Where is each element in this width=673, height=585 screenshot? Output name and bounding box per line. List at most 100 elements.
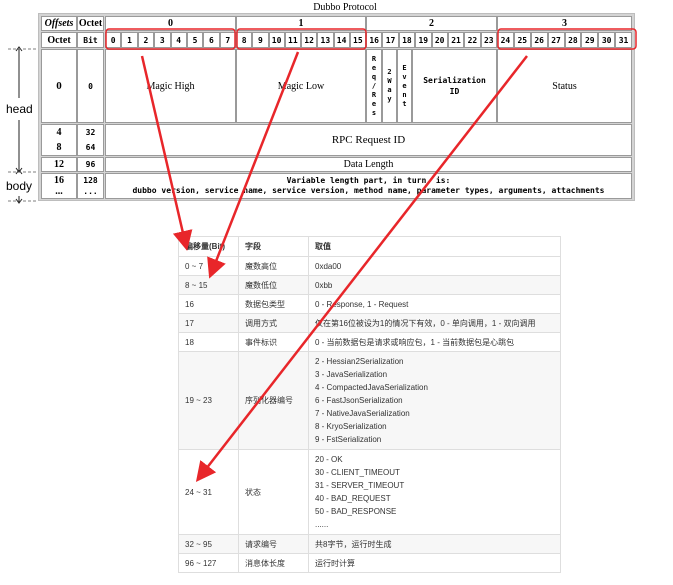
octet-number-1: 1 <box>236 16 366 31</box>
bit-cell: 21 <box>447 32 465 48</box>
octet-col-header: Octet <box>41 32 77 48</box>
offset-cell: 96 ~ 127 <box>178 553 239 573</box>
field-cell: 魔数高位 <box>238 256 309 276</box>
offsets-header: Offsets <box>41 16 77 31</box>
row4-octet-b: 8 <box>56 142 62 153</box>
table-row: 19 ~ 23 序列化器编号 2 - Hessian2Serialization 3 … <box>178 351 561 450</box>
value-cell: 0 - 当前数据包是请求或响应包，1 - 当前数据包是心跳包 <box>308 332 561 352</box>
bit-cell: 15 <box>349 32 366 48</box>
bracket-tip-mid2 <box>15 169 23 175</box>
octet-header: Octet <box>77 16 104 31</box>
offset-cell: 8 ~ 15 <box>178 275 239 295</box>
bit-cell: 9 <box>252 32 269 48</box>
bit-cell: 19 <box>415 32 432 48</box>
vertical-letter: / <box>371 81 377 90</box>
bit-cell: 10 <box>268 32 285 48</box>
vertical-letter: q <box>371 72 377 81</box>
bit-cell: 20 <box>431 32 448 48</box>
bit-cell: 25 <box>513 32 531 48</box>
value-cell: 运行时计算 <box>308 553 561 573</box>
vertical-letter: s <box>371 108 377 117</box>
vertical-letter: e <box>402 81 407 90</box>
bit-cell: 0 <box>105 32 122 48</box>
octet-number-3: 3 <box>497 16 632 31</box>
offset-cell: 17 <box>178 313 239 333</box>
bit-cell: 6 <box>203 32 220 48</box>
table-row: 24 ~ 31 状态 20 - OK 30 - CLIENT_TIMEOUT 31 - … <box>178 449 561 535</box>
col-field-header: 字段 <box>238 236 309 257</box>
offsets-label: Offsets <box>44 18 74 29</box>
bit-cell: 5 <box>186 32 204 48</box>
octet-number-2: 2 <box>366 16 497 31</box>
variable-part-cell: Variable length part, in turn, is: dubbo… <box>105 173 632 199</box>
row0-bit: 0 <box>77 49 104 123</box>
vertical-letter: R <box>371 54 377 63</box>
value-cell: 共8字节，运行时生成 <box>308 534 561 554</box>
value-cell: 0 - Response, 1 - Request <box>308 294 561 314</box>
offset-cell: 18 <box>178 332 239 352</box>
table-header-row: 偏移量(Bit) 字段 取值 <box>178 236 561 257</box>
value-line: 仅在第16位被设为1的情况下有效，0 - 单向调用，1 - 双向调用 <box>315 318 536 328</box>
bit-cell: 11 <box>284 32 301 48</box>
variable-part-line2: dubbo version, service name, service ver… <box>132 186 605 195</box>
table-row: 18 事件标识 0 - 当前数据包是请求或响应包，1 - 当前数据包是心跳包 <box>178 332 561 352</box>
value-line: 8 - KryoSerialization <box>315 422 387 431</box>
table-row: 0 ~ 7 魔数高位 0xda00 <box>178 256 561 276</box>
vertical-letter: R <box>371 90 377 99</box>
value-line: 0xbb <box>315 280 333 290</box>
field-cell: 消息体长度 <box>238 553 309 573</box>
bit-cell: 31 <box>615 32 632 48</box>
value-line: 40 - BAD_REQUEST <box>315 494 391 503</box>
vertical-letter: a <box>387 86 392 94</box>
vertical-letter: n <box>402 90 407 99</box>
value-line: 9 - FstSerialization <box>315 435 382 444</box>
magic-high-cell: Magic High <box>105 49 236 123</box>
value-cell: 2 - Hessian2Serialization 3 - JavaSeriali… <box>308 351 561 450</box>
bit-cell: 8 <box>236 32 253 48</box>
row4-bit-a: 32 <box>85 128 96 137</box>
serialization-id-cell: Serialization ID <box>412 49 497 123</box>
value-line: 6 - FastJsonSerialization <box>315 396 403 405</box>
vertical-letter: W <box>387 77 392 85</box>
value-line: 共8字节，运行时生成 <box>315 539 392 549</box>
bit-cell: 24 <box>497 32 514 48</box>
value-line: 20 - OK <box>315 455 343 464</box>
value-line: 31 - SERVER_TIMEOUT <box>315 481 405 490</box>
bit-cell: 29 <box>581 32 599 48</box>
variable-part-line1: Variable length part, in turn, is: <box>286 176 451 185</box>
bit-col-header: Bit <box>77 32 104 48</box>
row4-bit: 32 64 <box>77 124 104 156</box>
col-offset-header: 偏移量(Bit) <box>178 236 239 257</box>
bit-cell: 1 <box>121 32 138 48</box>
row16-bit-more: ... <box>83 187 98 196</box>
value-line: 50 - BAD_RESPONSE <box>315 507 397 516</box>
value-line: ...... <box>315 520 329 529</box>
value-cell: 20 - OK 30 - CLIENT_TIMEOUT 31 - SERVER_TI… <box>308 449 561 535</box>
table-row: 32 ~ 95 请求编号 共8字节，运行时生成 <box>178 534 561 554</box>
value-line: 30 - CLIENT_TIMEOUT <box>315 468 400 477</box>
two-way-cell: 2Way <box>382 49 397 123</box>
vertical-letter: 2 <box>387 68 392 76</box>
field-cell: 调用方式 <box>238 313 309 333</box>
field-cell: 序列化器编号 <box>238 351 309 450</box>
row16-bit: 128 ... <box>77 173 104 199</box>
field-mapping-table: 偏移量(Bit) 字段 取值 0 ~ 7 魔数高位 0xda00 8 ~ 15 魔数低位… <box>178 236 561 573</box>
value-line: 0 - 当前数据包是请求或响应包，1 - 当前数据包是心跳包 <box>315 337 515 347</box>
body-label: body <box>6 179 33 193</box>
value-line: 0 - Response, 1 - Request <box>315 299 409 309</box>
value-line: 3 - JavaSerialization <box>315 370 388 379</box>
bracket-tip-bottom <box>15 198 23 204</box>
row4-octet-a: 4 <box>56 127 62 138</box>
req-res-cell: Re q / Re s <box>366 49 382 123</box>
bit-cell: 4 <box>170 32 187 48</box>
bit-cell: 3 <box>154 32 171 48</box>
field-cell: 魔数低位 <box>238 275 309 295</box>
vertical-letter: E <box>402 63 407 72</box>
row4-octet: 4 8 <box>41 124 77 156</box>
bracket-tip-top <box>15 46 23 52</box>
bit-cell: 23 <box>480 32 497 48</box>
row16-octet: 16 ... <box>41 173 77 199</box>
field-cell: 事件标识 <box>238 332 309 352</box>
row4-bit-b: 64 <box>85 143 96 152</box>
bit-cell: 7 <box>219 32 236 48</box>
